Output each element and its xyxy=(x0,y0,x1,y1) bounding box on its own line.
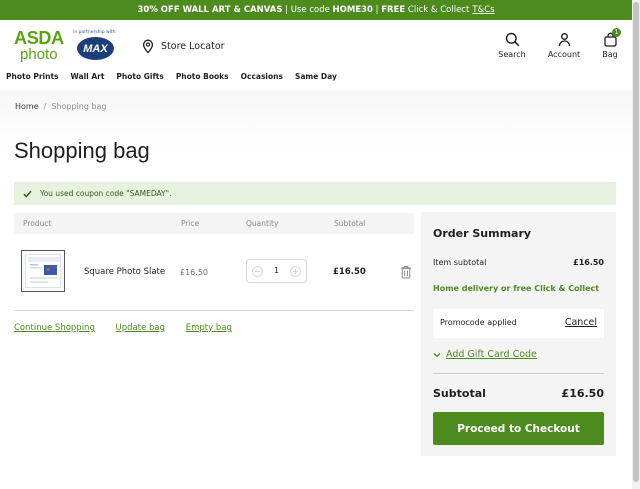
continue-shopping-link[interactable]: Continue Shopping xyxy=(14,323,95,333)
order-summary-panel: Order Summary Item subtotal £16.50 Home … xyxy=(421,212,616,456)
promocode-applied-box: Promocode applied Cancel xyxy=(433,309,604,338)
promo-collect: Click & Collect xyxy=(407,5,470,15)
column-product: Product xyxy=(23,219,52,228)
coupon-success-message: You used coupon code "SAMEDAY". xyxy=(14,182,616,205)
quantity-stepper: − 1 + xyxy=(246,259,307,283)
cart-item-row: Square Photo Slate £16.50 − 1 + £16.50 xyxy=(14,237,414,311)
nav-item-same-day[interactable]: Same Day xyxy=(295,72,337,81)
account-button[interactable]: Account xyxy=(547,32,581,59)
add-gift-card-label: Add Gift Card Code xyxy=(446,349,537,360)
store-locator-link[interactable]: Store Locator xyxy=(142,38,225,54)
item-subtotal-row: Item subtotal £16.50 xyxy=(433,258,604,267)
delivery-info: Home delivery or free Click & Collect xyxy=(433,284,600,293)
max-partner-logo: MAX xyxy=(77,37,114,60)
logo-photo-text: photo xyxy=(20,46,58,63)
checkmark-icon xyxy=(23,190,32,198)
promo-code-text: | Use code xyxy=(285,5,330,15)
nav-item-photo-prints[interactable]: Photo Prints xyxy=(6,72,59,81)
promo-free: FREE xyxy=(381,5,406,15)
store-locator-label: Store Locator xyxy=(161,40,225,52)
search-button[interactable]: Search xyxy=(498,32,526,59)
search-icon xyxy=(505,32,519,47)
product-thumbnail[interactable] xyxy=(21,250,65,292)
breadcrumb-current: Shopping bag xyxy=(51,102,107,111)
coupon-message-text: You used coupon code "SAMEDAY". xyxy=(40,189,172,198)
product-price: £16.50 xyxy=(180,268,208,277)
nav-item-photo-gifts[interactable]: Photo Gifts xyxy=(116,72,163,81)
subtotal-label: Subtotal xyxy=(433,387,486,400)
promo-separator: | xyxy=(375,5,379,15)
item-subtotal-label: Item subtotal xyxy=(433,258,487,267)
product-subtotal: £16.50 xyxy=(333,267,366,277)
proceed-to-checkout-button[interactable]: Proceed to Checkout xyxy=(433,412,604,445)
subtotal-row: Subtotal £16.50 xyxy=(433,387,604,400)
summary-divider xyxy=(433,373,604,374)
bag-label: Bag xyxy=(602,50,618,59)
column-price: Price xyxy=(181,219,200,228)
scrollbar-thumb[interactable] xyxy=(633,2,639,482)
asda-photo-logo[interactable]: ASDA photo xyxy=(14,29,68,63)
cancel-promocode-link[interactable]: Cancel xyxy=(565,317,597,328)
breadcrumb-home[interactable]: Home xyxy=(15,102,39,111)
update-bag-link[interactable]: Update bag xyxy=(116,323,166,333)
bag-button[interactable]: 1 Bag xyxy=(600,28,621,59)
chevron-down-icon xyxy=(433,352,441,357)
column-quantity: Quantity xyxy=(246,219,279,228)
location-pin-icon xyxy=(142,39,154,54)
page-scrollbar[interactable] xyxy=(632,0,640,489)
search-label: Search xyxy=(498,50,526,59)
breadcrumb-separator: / xyxy=(43,102,47,111)
bag-count-badge: 1 xyxy=(612,28,621,37)
cart-actions: Continue Shopping Update bag Empty bag xyxy=(14,323,250,333)
logo-asda-text: ASDA xyxy=(14,28,64,48)
promo-code: HOME30 xyxy=(332,5,373,15)
order-summary-title: Order Summary xyxy=(433,227,532,240)
promocode-applied-label: Promocode applied xyxy=(440,318,517,327)
nav-item-wall-art[interactable]: Wall Art xyxy=(71,72,105,81)
product-name[interactable]: Square Photo Slate xyxy=(84,267,165,277)
nav-item-photo-books[interactable]: Photo Books xyxy=(176,72,229,81)
photo-slate-preview-image xyxy=(28,257,60,283)
nav-item-occasions[interactable]: Occasions xyxy=(241,72,283,81)
user-icon xyxy=(558,33,570,47)
subtotal-value: £16.50 xyxy=(561,387,604,400)
promo-terms-link[interactable]: T&Cs xyxy=(472,5,494,15)
promo-offer: 30% OFF WALL ART & CANVAS xyxy=(137,5,283,15)
account-label: Account xyxy=(547,50,581,59)
main-nav: Photo Prints Wall Art Photo Gifts Photo … xyxy=(6,72,349,81)
partner-text: In partnership with xyxy=(73,30,116,35)
empty-bag-link[interactable]: Empty bag xyxy=(186,323,232,333)
add-gift-card-toggle[interactable]: Add Gift Card Code xyxy=(433,349,537,360)
quantity-increase-button[interactable]: + xyxy=(290,266,301,277)
trash-icon[interactable] xyxy=(400,265,412,279)
site-header: ASDA photo In partnership with MAX Store… xyxy=(0,20,632,90)
column-subtotal: Subtotal xyxy=(334,219,366,228)
cart-table-header: Product Price Quantity Subtotal xyxy=(14,213,414,234)
item-subtotal-value: £16.50 xyxy=(573,258,604,267)
page-title: Shopping bag xyxy=(14,138,150,163)
breadcrumb: Home / Shopping bag xyxy=(15,102,107,111)
promo-banner: 30% OFF WALL ART & CANVAS | Use code HOM… xyxy=(0,0,632,20)
